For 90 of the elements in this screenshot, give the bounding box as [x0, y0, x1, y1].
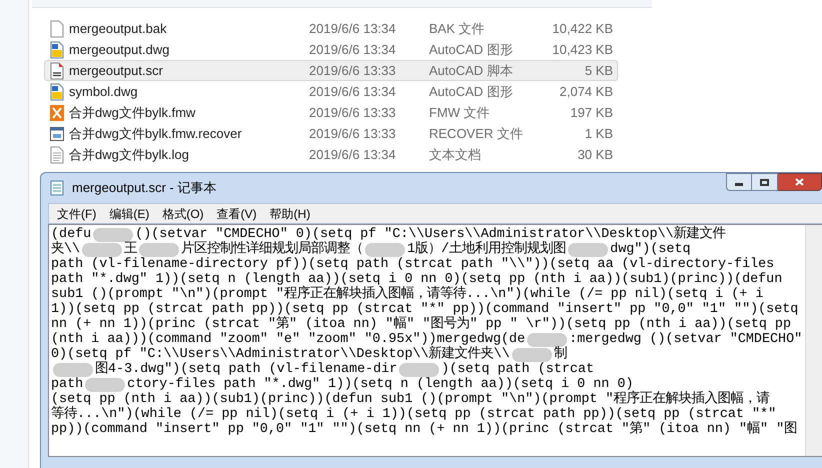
code-text: 片区控制性详细规划局部调整（: [181, 242, 364, 257]
modified-date: 2019/6/6 13:33: [309, 104, 397, 122]
code-text: 1))(setq pp (strcat path pp))(setq pp (strcat "*" pp))(command "insert" pp "0,0" "1" "")(setq: [51, 302, 798, 317]
file-type: AutoCAD 图形: [429, 40, 514, 59]
code-text: (defu: [51, 227, 92, 242]
tools-icon: [49, 104, 65, 122]
text-file-icon: [49, 146, 65, 164]
modified-date: 2019/6/6 13:34: [309, 82, 397, 101]
file-type: FMW 文件: [429, 104, 491, 122]
file-name: 合并dwg文件bylk.fmw.recover: [69, 124, 243, 143]
menu-item[interactable]: 文件(F): [51, 204, 102, 222]
file-name: 合并dwg文件bylk.fmw: [69, 104, 196, 122]
file-size: 197 KB: [569, 104, 613, 122]
blurred-redaction: [82, 242, 122, 256]
vertical-scrollbar[interactable]: [805, 225, 822, 456]
script-file-icon: [49, 62, 65, 80]
restore-icon: [760, 178, 769, 186]
blurred-redaction: [93, 228, 134, 242]
file-size: 10,423 KB: [551, 40, 613, 59]
file-size: 5 KB: [584, 62, 613, 80]
text-area[interactable]: [48, 224, 822, 457]
code-text: path (vl-filename-directory pf))(setq path (strcat path "\\"))(setq aa (vl-directory-files: [51, 257, 774, 272]
modified-date: 2019/6/6 13:34: [309, 40, 397, 59]
blurred-redaction: [568, 242, 608, 256]
drawing-file-icon: [49, 82, 65, 100]
file-type: AutoCAD 图形: [429, 82, 514, 101]
code-text: nn (+ nn 1))(princ (strcat "第" (itoa nn) "幅" "图号为" pp " \r"))(setq pp (nth i aa))(setq pp: [51, 317, 791, 332]
drawing-file-icon: [49, 40, 65, 58]
menu-item[interactable]: 查看(V): [210, 204, 263, 222]
file-name: mergeoutput.scr: [69, 62, 164, 80]
file-name: mergeoutput.dwg: [69, 40, 170, 59]
file-row[interactable]: mergeoutput.dwg 2019/6/6 13:34 AutoCAD 图形 10,423 KB: [44, 39, 618, 60]
file-row[interactable]: mergeoutput.scr 2019/6/6 13:33 AutoCAD 脚本 5 KB: [44, 60, 618, 81]
blank-file-icon: [49, 20, 65, 38]
file-row[interactable]: 合并dwg文件bylk.fmw 2019/6/6 13:33 FMW 文件 197 KB: [44, 102, 618, 123]
code-text: 王: [124, 242, 138, 257]
close-button[interactable]: [778, 173, 822, 191]
code-text: 0)(setq pf "C:\\Users\\Administrator\\Desktop\\新建文件夹\\: [51, 347, 510, 362]
file-row[interactable]: symbol.dwg 2019/6/6 13:34 AutoCAD 图形 2,074 KB: [44, 81, 618, 102]
menu-item[interactable]: 格式(O): [156, 204, 210, 222]
modified-date: 2019/6/6 13:34: [309, 20, 397, 38]
code-text: path "*.dwg" 1))(setq n (length aa))(setq i 0 nn 0)(setq pp (nth i aa))(sub1)(princ))(defun: [51, 272, 782, 287]
close-icon: [795, 178, 804, 186]
file-size: 10,422 KB: [551, 20, 613, 38]
file-type: AutoCAD 脚本: [429, 62, 514, 80]
menu-item[interactable]: 帮助(H): [264, 204, 316, 222]
file-type: RECOVER 文件: [429, 124, 524, 143]
code-text: (nth i aa)))(command "zoom" "e" "zoom" "0.95x"))mergedwg(de: [51, 332, 526, 347]
code-text: (setq pp (nth i aa))(sub1)(princ))(defun sub1 ()(prompt "\n")(prompt "程序正在解块插入图幅，请: [51, 392, 770, 407]
code-text: 夹\\: [51, 242, 80, 257]
code-text: path: [51, 377, 84, 392]
blurred-redaction: [139, 242, 180, 256]
file-name: symbol.dwg: [69, 82, 139, 101]
minimize-icon: [735, 183, 743, 186]
file-type: 文本文档: [429, 146, 482, 164]
file-size: 30 KB: [576, 146, 613, 164]
code-text: pp))(command "insert" pp "0,0" "1" "")(setq nn (+ nn 1))(princ (strcat "第" (itoa nn) "幅" "图: [51, 422, 798, 437]
file-row[interactable]: 合并dwg文件bylk.log 2019/6/6 13:34 文本文档 30 KB: [44, 144, 618, 165]
modified-date: 2019/6/6 13:33: [309, 62, 397, 80]
code-text: 1版）/土地利用控制规划图: [407, 242, 566, 257]
code-text: :mergedwg ()(setvar "CMDECHO": [569, 332, 802, 347]
file-name: 合并dwg文件bylk.log: [69, 146, 190, 164]
menu-item[interactable]: 编辑(E): [103, 204, 156, 222]
file-type: BAK 文件: [429, 20, 486, 38]
blurred-redaction: [85, 378, 126, 392]
window-file-icon: [49, 124, 65, 142]
code-text: 制: [554, 347, 567, 362]
blurred-redaction: [527, 332, 568, 346]
code-text: )(setq path (strcat: [441, 362, 594, 377]
file-row[interactable]: 合并dwg文件bylk.fmw.recover 2019/6/6 13:33 RECOVER 文件 1 KB: [44, 123, 618, 144]
code-text: ()(setvar "CMDECHO" 0)(setq pf "C:\\Users\\Administrator\\Desktop\\新建文件: [135, 227, 726, 242]
file-row[interactable]: mergeoutput.bak 2019/6/6 13:34 BAK 文件 10,422 KB: [44, 18, 618, 39]
minimize-button[interactable]: [726, 173, 752, 191]
notepad-icon: [50, 180, 64, 196]
code-text: dwg")(setq: [610, 242, 691, 257]
code-text: 等待...\n")(while (/= pp nil)(setq i (+ i 1))(setq pp (strcat path pp))(setq pp (strcat "*": [51, 407, 776, 422]
file-name: mergeoutput.bak: [69, 20, 168, 38]
code-text: 图4-3.dwg")(setq path (vl-filename-dir: [95, 362, 398, 377]
maximize-button[interactable]: [752, 173, 778, 191]
blurred-redaction: [512, 348, 552, 362]
code-text: ctory-files path "*.dwg" 1))(setq n (length aa))(setq i 0 nn 0): [127, 377, 634, 392]
code-text: sub1 ()(prompt "\n")(prompt "程序正在解块插入图幅，请等待...\n")(while (/= pp nil)(setq i (+ i: [51, 287, 764, 302]
window-title: mergeoutput.scr - 记事本: [72, 179, 216, 198]
file-size: 1 KB: [584, 124, 613, 143]
blurred-redaction: [53, 362, 93, 376]
blurred-redaction: [399, 362, 440, 376]
blurred-redaction: [365, 242, 406, 256]
modified-date: 2019/6/6 13:33: [309, 124, 397, 143]
file-size: 2,074 KB: [558, 82, 613, 101]
modified-date: 2019/6/6 13:34: [309, 146, 397, 164]
